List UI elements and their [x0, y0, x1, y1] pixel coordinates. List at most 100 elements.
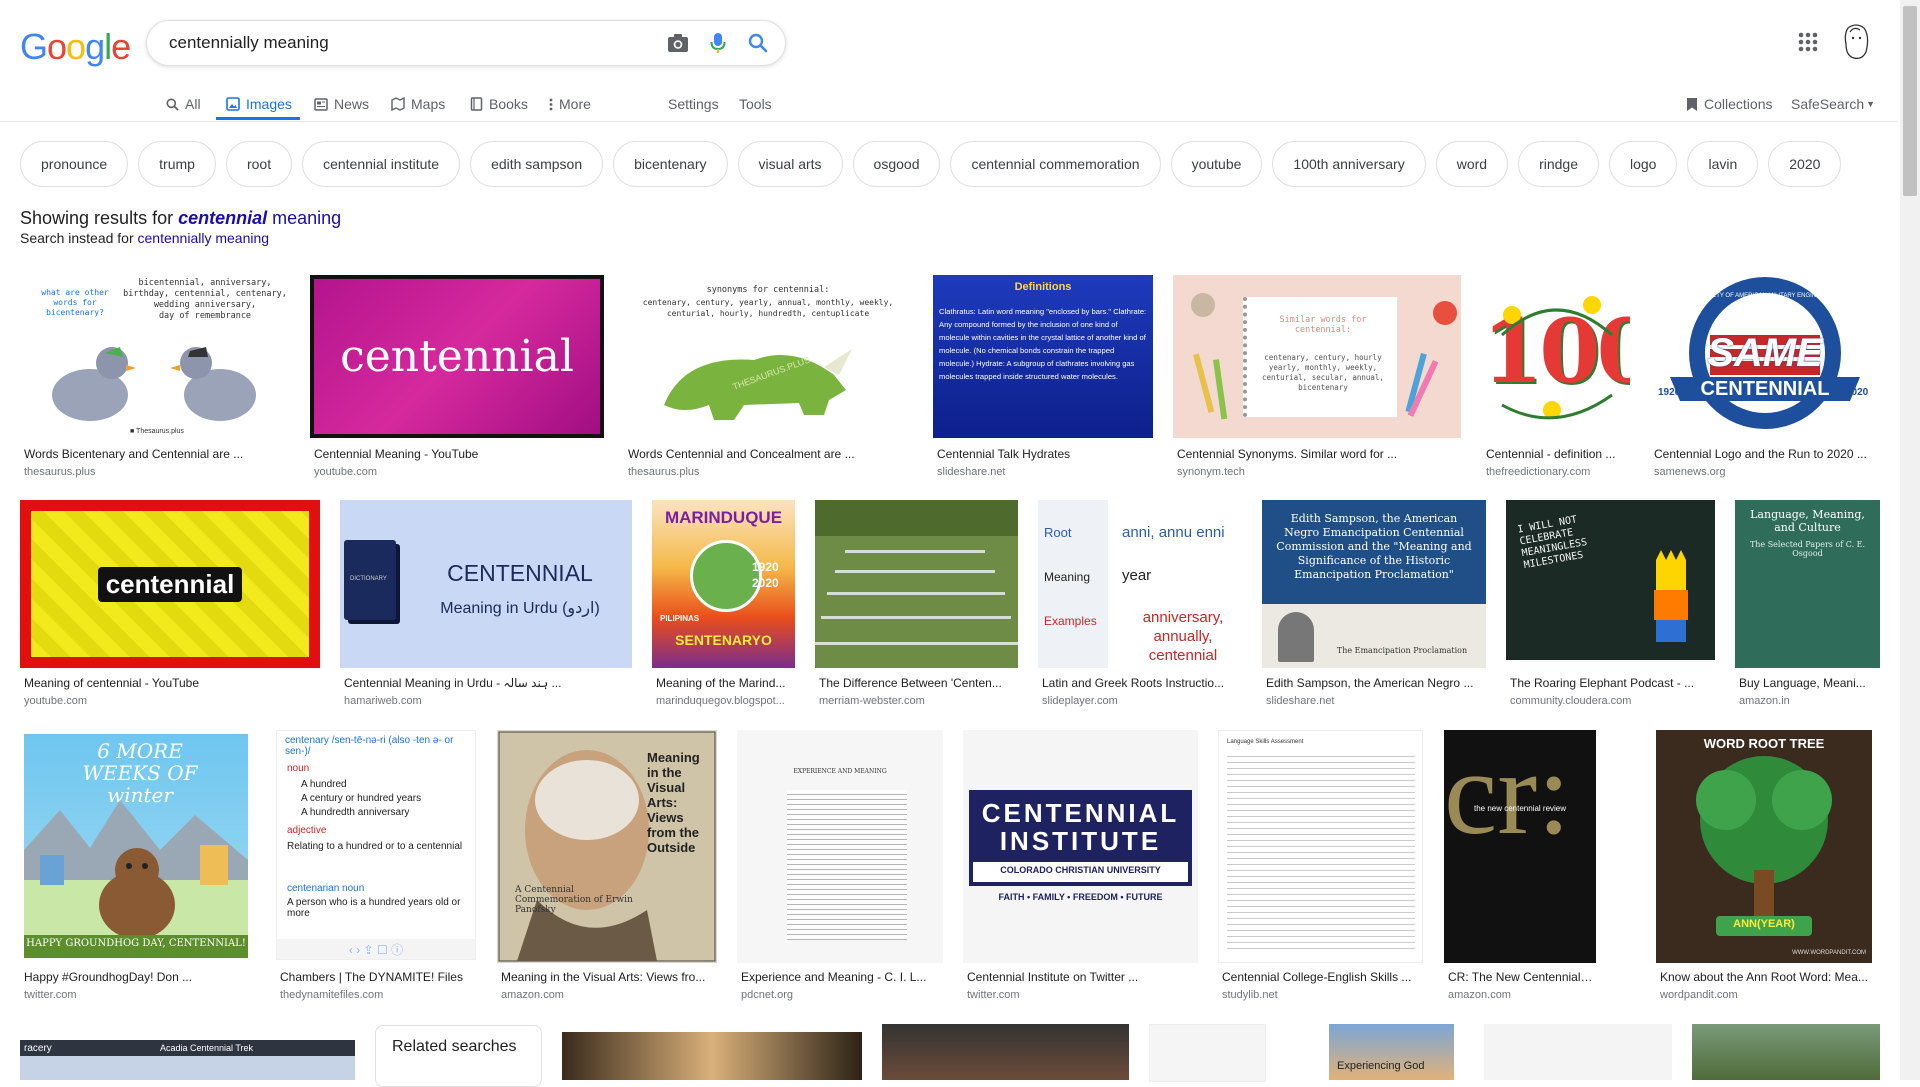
result-title[interactable]: Experience and Meaning - C. I. L... [741, 970, 936, 984]
result-title[interactable]: Chambers | The DYNAMITE! Files [280, 970, 475, 984]
camera-icon[interactable] [665, 30, 691, 56]
result-title[interactable]: Latin and Greek Roots Instructio... [1042, 676, 1237, 690]
result-source[interactable]: hamariweb.com [344, 695, 624, 707]
result-thumbnail[interactable]: Edith Sampson, the American Negro Emanci… [1262, 500, 1486, 668]
safesearch-dropdown[interactable]: SafeSearch ▼ [1791, 90, 1875, 118]
result-title[interactable]: Meaning of the Marind... [656, 676, 791, 690]
result-title[interactable]: The Difference Between 'Centen... [819, 676, 1014, 690]
result-thumbnail[interactable]: DICTIONARY CENTENNIAL Meaning in Urdu (ا… [340, 500, 632, 668]
avatar[interactable] [1838, 22, 1874, 62]
result-source[interactable]: slideshare.net [937, 466, 1147, 478]
chip[interactable]: centennial institute [302, 141, 461, 187]
tab-more[interactable]: More [549, 90, 591, 118]
image-result[interactable]: racery Acadia Centennial Trek [20, 1040, 355, 1080]
result-source[interactable]: community.cloudera.com [1510, 695, 1710, 707]
result-thumbnail[interactable]: Language Skills Assessment [1218, 730, 1423, 963]
image-result[interactable] [1149, 1024, 1266, 1082]
search-icon[interactable] [745, 30, 771, 56]
result-title[interactable]: Centennial College-English Skills ... [1222, 970, 1417, 984]
result-thumbnail[interactable]: EXPERIENCE AND MEANING [737, 730, 943, 963]
result-source[interactable]: marinduquegov.blogspot... [656, 695, 791, 707]
chip[interactable]: logo [1608, 141, 1678, 187]
result-thumbnail[interactable]: synonyms for centennial: centenary, cent… [624, 275, 912, 438]
result-thumbnail[interactable]: Similar words for centennial: centenary,… [1173, 275, 1461, 438]
result-title[interactable]: Buy Language, Meani... [1739, 676, 1879, 690]
result-title[interactable]: Centennial - definition ... [1486, 447, 1626, 461]
tab-news[interactable]: News [314, 90, 369, 118]
result-thumbnail[interactable]: 6 MORE WEEKS OF winter HAPPY GROUNDHOG D… [20, 730, 254, 960]
result-thumbnail[interactable]: I WILL NOT CELEBRATE MEANINGLESS MILESTO… [1506, 500, 1715, 660]
result-thumbnail[interactable]: Definitions Clathratus: Latin word meani… [933, 275, 1153, 438]
result-source[interactable]: youtube.com [24, 695, 314, 707]
search-input[interactable] [167, 32, 641, 54]
chip[interactable]: bicentenary [613, 141, 728, 187]
image-result[interactable] [882, 1024, 1129, 1080]
corrected-query-link[interactable]: centennial meaning [178, 208, 341, 228]
result-source[interactable]: wordpandit.com [1660, 989, 1870, 1001]
tab-settings[interactable]: Settings [668, 90, 719, 118]
result-source[interactable]: youtube.com [314, 466, 594, 478]
result-thumbnail[interactable]: cr: the new centennial review [1444, 730, 1596, 963]
result-thumbnail[interactable]: MARINDUQUE 1920 2020 PILIPINAS SENTENARY… [652, 500, 795, 668]
result-source[interactable]: slideplayer.com [1042, 695, 1237, 707]
result-title[interactable]: Centennial Meaning - YouTube [314, 447, 594, 461]
result-title[interactable]: Centennial Institute on Twitter ... [967, 970, 1192, 984]
result-thumbnail[interactable]: Root Meaning Examples anni, annu enni ye… [1038, 500, 1242, 668]
chip[interactable]: edith sampson [470, 141, 604, 187]
result-thumbnail[interactable]: bicentennial, anniversary, birthday, cent… [20, 275, 290, 438]
image-result[interactable] [562, 1032, 862, 1080]
chip[interactable]: youtube [1170, 141, 1263, 187]
image-result[interactable] [1484, 1024, 1672, 1080]
result-source[interactable]: thedynamitefiles.com [280, 989, 475, 1001]
microphone-icon[interactable] [705, 30, 731, 56]
result-title[interactable]: Happy #GroundhogDay! Don ... [24, 970, 250, 984]
result-thumbnail[interactable]: Meaning in the Visual Arts: Views from t… [497, 730, 717, 963]
chip[interactable]: 2020 [1768, 141, 1842, 187]
result-thumbnail[interactable]: 100 [1482, 275, 1630, 438]
related-searches-card[interactable]: Related searches [375, 1025, 542, 1087]
result-thumbnail[interactable]: WORD ROOT TREE ANN(YEAR) WWW.WORDPANDIT.… [1656, 730, 1872, 963]
result-source[interactable]: thesaurus.plus [628, 466, 898, 478]
result-source[interactable]: twitter.com [967, 989, 1192, 1001]
result-title[interactable]: Meaning of centennial - YouTube [24, 676, 314, 690]
result-source[interactable]: twitter.com [24, 989, 250, 1001]
result-thumbnail[interactable] [815, 500, 1018, 668]
chip[interactable]: 100th anniversary [1272, 141, 1426, 187]
scrollbar-thumb[interactable] [1903, 6, 1917, 196]
chip[interactable]: visual arts [737, 141, 843, 187]
chip[interactable]: centennial commemoration [950, 141, 1161, 187]
result-title[interactable]: The Roaring Elephant Podcast - ... [1510, 676, 1710, 690]
chip[interactable]: root [225, 141, 293, 187]
result-title[interactable]: Meaning in the Visual Arts: Views fro... [501, 970, 716, 984]
result-title[interactable]: Words Bicentenary and Centennial are ... [24, 447, 274, 461]
result-title[interactable]: Centennial Talk Hydrates [937, 447, 1147, 461]
chip[interactable]: trump [138, 141, 216, 187]
chip[interactable]: rindge [1518, 141, 1599, 187]
result-thumbnail[interactable]: CENTENNIAL INSTITUTE COLORADO CHRISTIAN … [963, 730, 1198, 963]
result-thumbnail[interactable]: Language, Meaning, and Culture The Selec… [1735, 500, 1880, 668]
chip[interactable]: osgood [852, 141, 941, 187]
result-thumbnail[interactable]: centenary /sen-tē-nə-ri (also -ten ə- or… [276, 730, 476, 960]
tab-maps[interactable]: Maps [391, 90, 445, 118]
collections-link[interactable]: Collections [1686, 90, 1772, 118]
apps-grid-icon[interactable] [1797, 31, 1819, 53]
result-title[interactable]: Centennial Meaning in Urdu - ہند سالہ ..… [344, 676, 624, 690]
image-result[interactable]: Experiencing God [1329, 1024, 1454, 1080]
result-title[interactable]: Edith Sampson, the American Negro ... [1266, 676, 1481, 690]
chip[interactable]: lavin [1687, 141, 1759, 187]
chip[interactable]: pronounce [20, 141, 129, 187]
result-source[interactable]: thesaurus.plus [24, 466, 274, 478]
result-thumbnail[interactable]: centennial [20, 500, 320, 668]
result-source[interactable]: amazon.com [501, 989, 716, 1001]
result-title[interactable]: Words Centennial and Concealment are ... [628, 447, 898, 461]
tab-tools[interactable]: Tools [739, 90, 772, 118]
result-thumbnail[interactable]: centennial [310, 275, 604, 438]
result-title[interactable]: Know about the Ann Root Word: Mea... [1660, 970, 1870, 984]
image-result[interactable] [1692, 1024, 1880, 1080]
result-title[interactable]: CR: The New Centennial Revi... [1448, 970, 1593, 984]
result-source[interactable]: merriam-webster.com [819, 695, 1014, 707]
result-source[interactable]: synonym.tech [1177, 466, 1447, 478]
result-source[interactable]: slideshare.net [1266, 695, 1481, 707]
result-source[interactable]: pdcnet.org [741, 989, 936, 1001]
result-thumbnail[interactable]: SAME CENTENNIAL 1920 2020 SOCIETY OF AME… [1650, 275, 1880, 438]
